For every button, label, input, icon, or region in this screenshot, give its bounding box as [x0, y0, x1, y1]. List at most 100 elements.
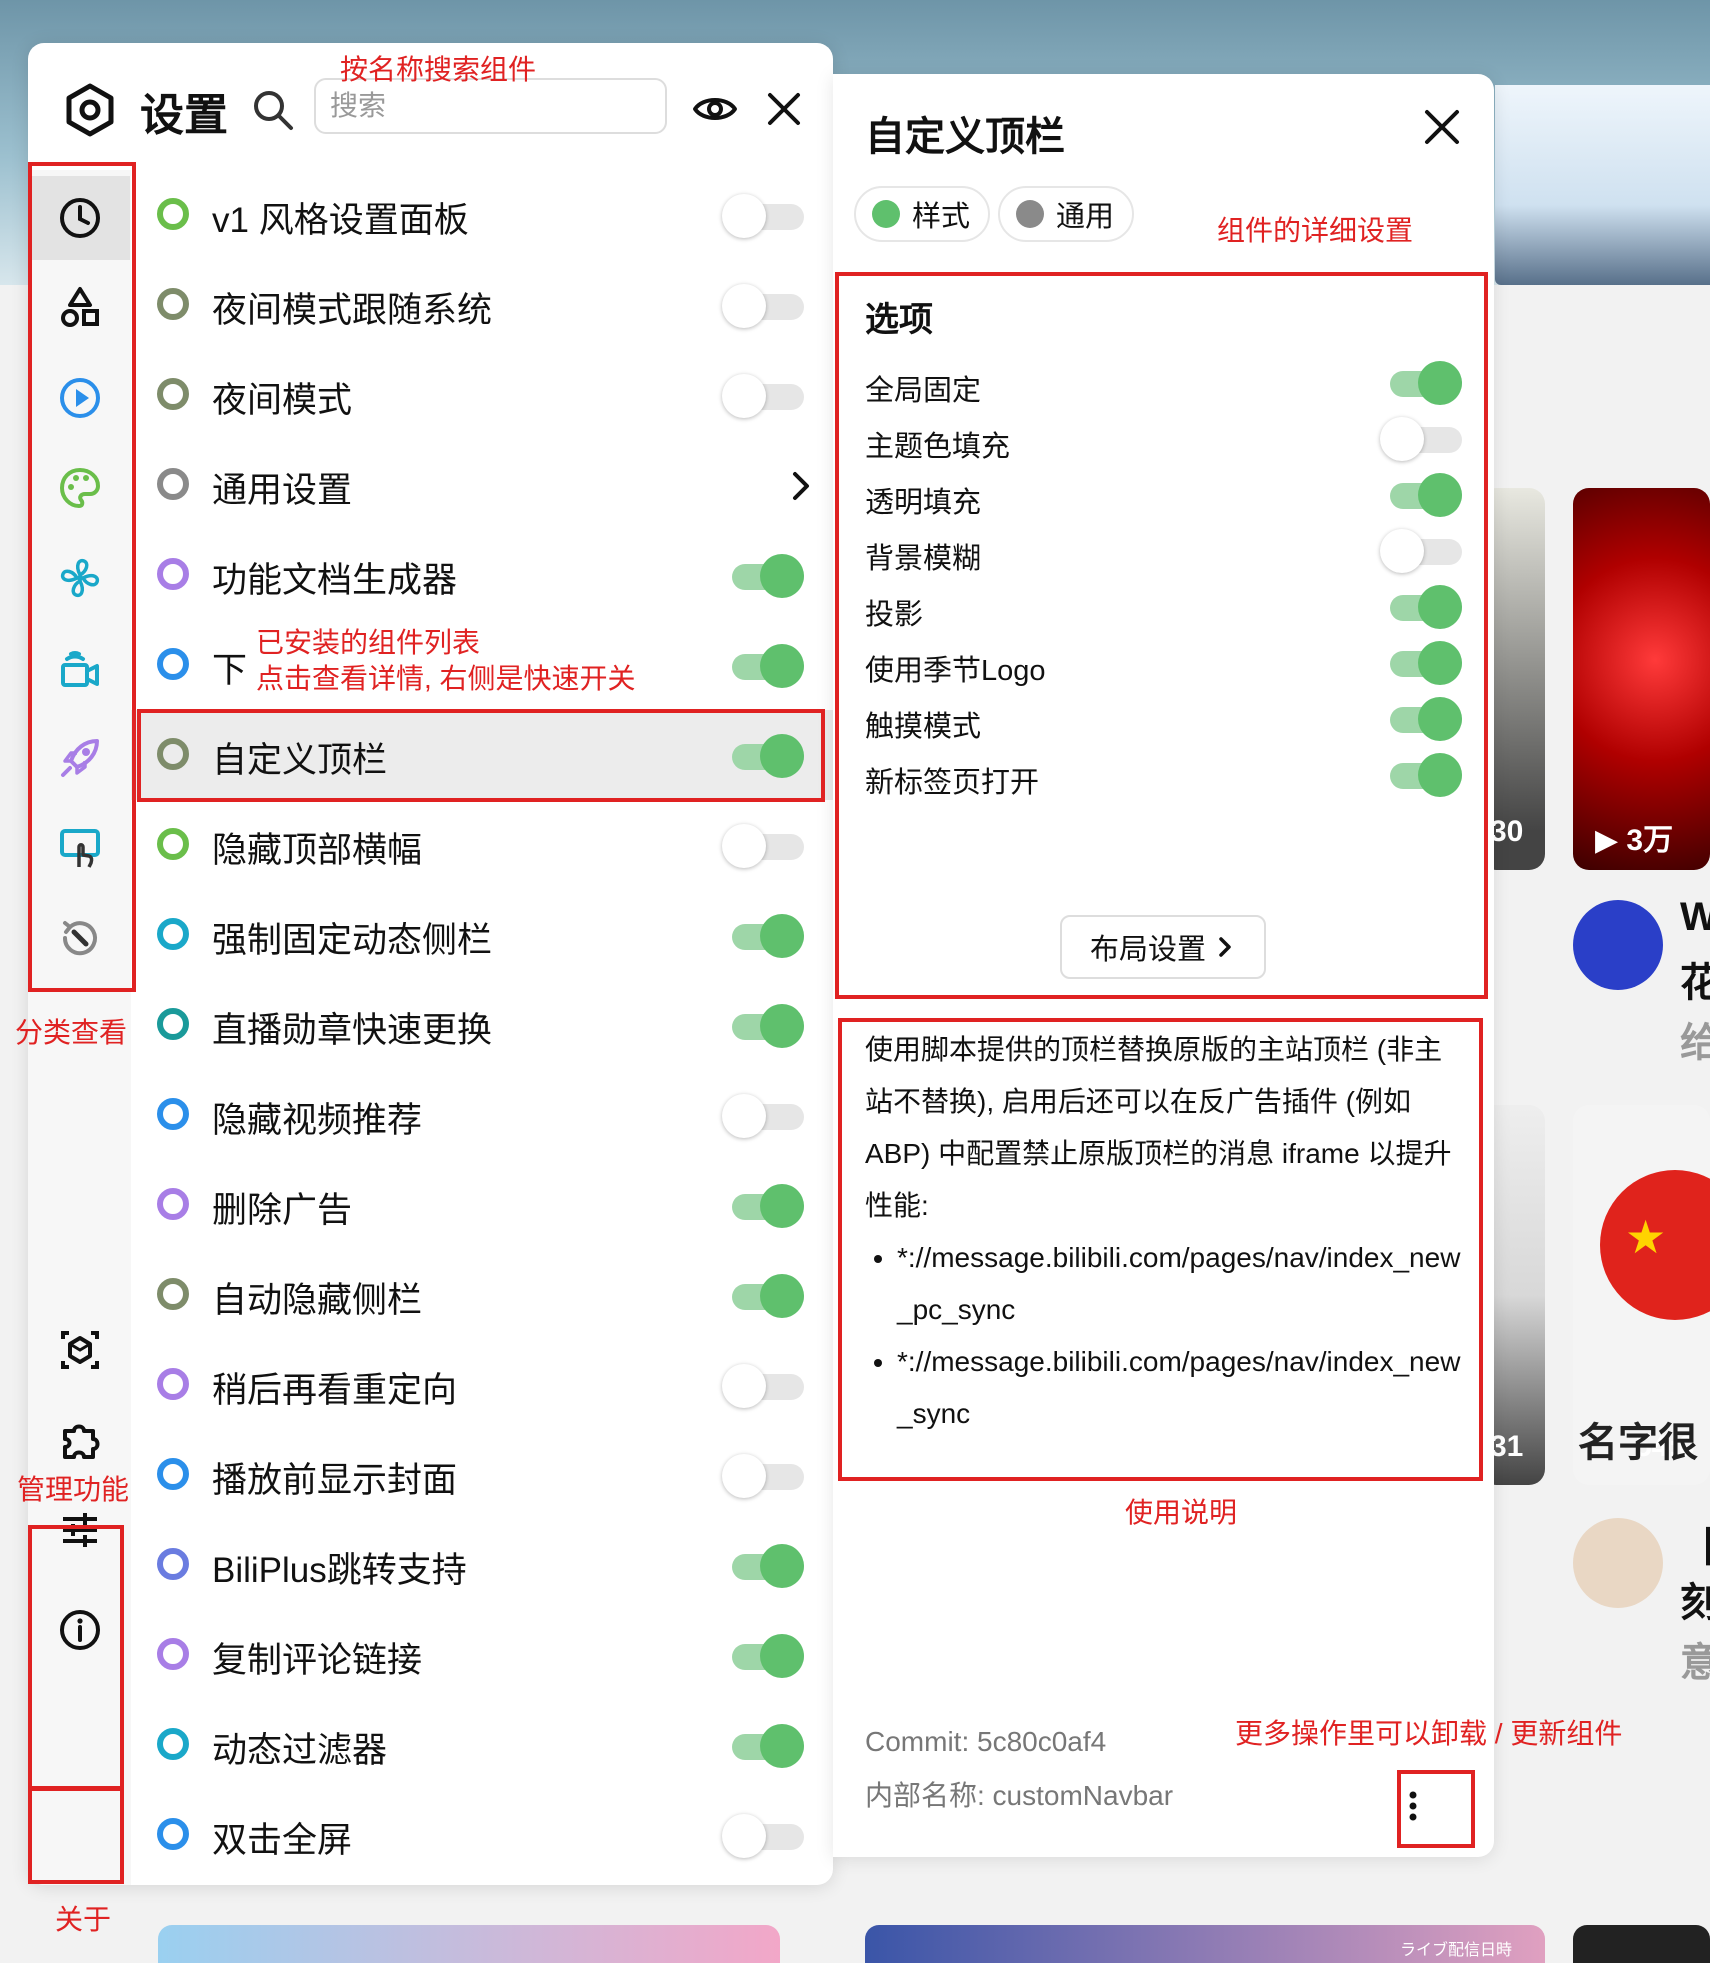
- info-icon: [60, 1610, 100, 1650]
- quick-toggle[interactable]: [722, 1274, 806, 1318]
- option-toggle[interactable]: [1380, 641, 1464, 685]
- component-row[interactable]: 夜间模式: [131, 350, 833, 440]
- quick-toggle[interactable]: [722, 194, 806, 238]
- background-scene-image: [1495, 85, 1710, 285]
- chevron-right-icon[interactable]: [781, 466, 821, 506]
- more-vertical-icon[interactable]: [1393, 1786, 1433, 1826]
- tag-color-dot: [872, 200, 900, 228]
- quick-toggle[interactable]: [722, 644, 806, 688]
- layout-settings-label: 布局设置: [1089, 934, 1206, 966]
- category-video-button[interactable]: [36, 356, 124, 440]
- component-row[interactable]: 播放前显示封面: [131, 1430, 833, 1520]
- component-row[interactable]: 双击全屏: [131, 1790, 833, 1880]
- component-label: 夜间模式: [212, 381, 353, 420]
- quick-toggle[interactable]: [722, 1634, 806, 1678]
- quick-toggle[interactable]: [722, 1364, 806, 1408]
- component-row[interactable]: 功能文档生成器: [131, 530, 833, 620]
- tag-style[interactable]: 样式: [854, 186, 991, 242]
- quick-toggle[interactable]: [722, 1004, 806, 1048]
- options-heading: 选项: [865, 301, 933, 339]
- background-text: 【: [1680, 1515, 1710, 1573]
- option-toggle[interactable]: [1380, 529, 1464, 573]
- component-row[interactable]: 直播勋章快速更换: [131, 980, 833, 1070]
- background-video-card[interactable]: [158, 1925, 780, 1963]
- status-dot: [157, 1458, 189, 1490]
- component-label: 强制固定动态侧栏: [212, 921, 493, 960]
- fan-icon: [60, 558, 100, 598]
- quick-toggle[interactable]: [722, 1544, 806, 1588]
- component-row[interactable]: 隐藏视频推荐: [131, 1070, 833, 1160]
- status-dot: [157, 738, 189, 770]
- annotation-list-line: 已安装的组件列表: [256, 627, 481, 658]
- quick-toggle[interactable]: [722, 1814, 806, 1858]
- component-row[interactable]: 强制固定动态侧栏: [131, 890, 833, 980]
- option-toggle[interactable]: [1380, 473, 1464, 517]
- status-dot: [157, 1368, 189, 1400]
- manage-components-button[interactable]: [36, 1308, 124, 1392]
- quick-toggle[interactable]: [722, 824, 806, 868]
- quick-toggle[interactable]: [722, 1184, 806, 1228]
- tag-general[interactable]: 通用: [998, 186, 1135, 242]
- close-icon[interactable]: [1419, 104, 1465, 150]
- quick-toggle[interactable]: [722, 374, 806, 418]
- eye-icon[interactable]: [691, 85, 739, 133]
- component-row[interactable]: BiliPlus跳转支持: [131, 1520, 833, 1610]
- layout-settings-button[interactable]: 布局设置: [1060, 915, 1266, 979]
- toggle-knob: [722, 194, 766, 238]
- quick-toggle[interactable]: [722, 284, 806, 328]
- tag-label: 样式: [912, 201, 971, 233]
- category-touch-button[interactable]: [36, 806, 124, 890]
- description-text: 使用脚本提供的顶栏替换原版的主站顶栏 (非主站不替换), 启用后还可以在反广告插…: [865, 1034, 1452, 1221]
- quick-toggle[interactable]: [722, 1724, 806, 1768]
- category-clock-button[interactable]: [30, 176, 130, 260]
- category-live-button[interactable]: [36, 626, 124, 710]
- quick-toggle[interactable]: [722, 1454, 806, 1498]
- status-dot: [157, 918, 189, 950]
- component-row[interactable]: 自定义顶栏: [131, 710, 833, 800]
- category-fan-button[interactable]: [36, 536, 124, 620]
- option-row: 新标签页打开: [833, 741, 1494, 811]
- manage-plugins-button[interactable]: [36, 1398, 124, 1482]
- quick-toggle[interactable]: [722, 1094, 806, 1138]
- category-rocket-button[interactable]: [36, 716, 124, 800]
- blocked-url: *://message.bilibili.com/pages/nav/index…: [897, 1336, 1465, 1440]
- component-row[interactable]: 隐藏顶部横幅: [131, 800, 833, 890]
- category-restore-button[interactable]: [36, 896, 124, 980]
- quick-toggle[interactable]: [722, 914, 806, 958]
- component-row[interactable]: 夜间模式跟随系统: [131, 260, 833, 350]
- search-icon[interactable]: [250, 87, 296, 133]
- toggle-knob: [722, 284, 766, 328]
- component-row[interactable]: v1 风格设置面板: [131, 170, 833, 260]
- option-toggle[interactable]: [1380, 753, 1464, 797]
- option-toggle[interactable]: [1380, 585, 1464, 629]
- quick-toggle[interactable]: [722, 554, 806, 598]
- component-label: 下: [212, 651, 248, 690]
- quick-toggle[interactable]: [722, 734, 806, 778]
- about-button[interactable]: [36, 1588, 124, 1672]
- option-toggle[interactable]: [1380, 417, 1464, 461]
- toggle-knob: [722, 1094, 766, 1138]
- background-avatar[interactable]: [1573, 900, 1663, 990]
- component-row[interactable]: 动态过滤器: [131, 1700, 833, 1790]
- component-detail-panel: 自定义顶栏 样式 通用 选项 全局固定 主题色填充 透明填充 背景模糊 投影 使用季节Lo…: [833, 74, 1494, 1857]
- toggle-knob: [722, 374, 766, 418]
- component-row[interactable]: 通用设置: [131, 440, 833, 530]
- background-avatar[interactable]: [1573, 1518, 1663, 1608]
- component-row[interactable]: 自动隐藏侧栏: [131, 1250, 833, 1340]
- option-toggle[interactable]: [1380, 361, 1464, 405]
- component-row[interactable]: 复制评论链接: [131, 1610, 833, 1700]
- category-palette-button[interactable]: [36, 446, 124, 530]
- category-shapes-button[interactable]: [36, 266, 124, 350]
- component-label: 自动隐藏侧栏: [212, 1281, 423, 1320]
- option-toggle[interactable]: [1380, 697, 1464, 741]
- blocked-url-list: *://message.bilibili.com/pages/nav/index…: [865, 1232, 1465, 1440]
- close-icon[interactable]: [760, 85, 808, 133]
- status-dot: [157, 1278, 189, 1310]
- toggle-knob: [1380, 417, 1424, 461]
- toggle-knob: [1418, 585, 1462, 629]
- background-video-card[interactable]: [1573, 1925, 1710, 1963]
- component-row[interactable]: 删除广告: [131, 1160, 833, 1250]
- component-row[interactable]: 稍后再看重定向: [131, 1340, 833, 1430]
- status-dot: [157, 1728, 189, 1760]
- background-video-card[interactable]: [1573, 488, 1710, 870]
